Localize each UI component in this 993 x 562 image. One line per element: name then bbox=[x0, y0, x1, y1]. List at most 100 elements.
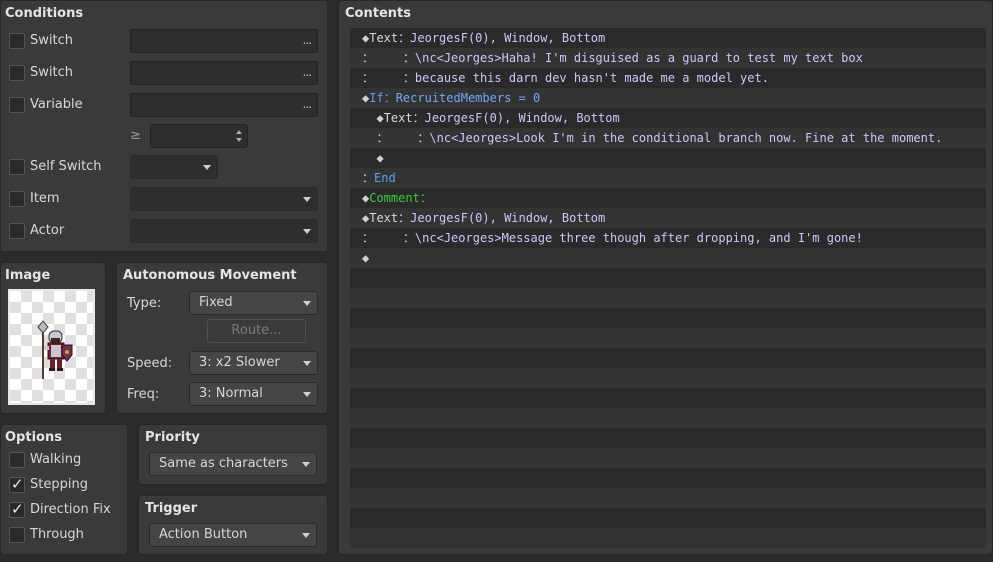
character-image[interactable] bbox=[8, 289, 95, 405]
command-params: JeorgesF(0), Window, Bottom bbox=[410, 31, 606, 45]
conditions-title: Conditions bbox=[5, 6, 84, 21]
type-value: Fixed bbox=[199, 295, 233, 310]
command-row[interactable] bbox=[350, 408, 986, 428]
trigger-value: Action Button bbox=[159, 527, 248, 542]
command-row[interactable] bbox=[350, 388, 986, 408]
variable-value-spinner[interactable] bbox=[150, 124, 248, 148]
command-separator: ： bbox=[402, 51, 415, 65]
contents-title: Contents bbox=[345, 6, 411, 21]
command-row[interactable] bbox=[350, 308, 986, 328]
stepping-checkbox[interactable] bbox=[9, 475, 25, 493]
item-checkbox[interactable] bbox=[9, 191, 25, 207]
autonomous-movement-title: Autonomous Movement bbox=[123, 268, 297, 283]
self-switch-dropdown[interactable] bbox=[130, 155, 218, 179]
command-row[interactable] bbox=[350, 448, 986, 468]
self-switch-checkbox[interactable] bbox=[9, 159, 25, 175]
through-checkbox[interactable] bbox=[9, 527, 25, 543]
command-row[interactable]: ： ：\nc<Jeorges>Look I'm in the condition… bbox=[350, 128, 986, 148]
trigger-dropdown[interactable]: Action Button bbox=[149, 523, 317, 547]
priority-title: Priority bbox=[145, 430, 200, 445]
chevron-down-icon bbox=[303, 392, 311, 397]
switch1-checkbox[interactable] bbox=[9, 33, 25, 49]
command-row[interactable] bbox=[350, 288, 986, 308]
trigger-title: Trigger bbox=[145, 501, 198, 516]
direction-fix-checkbox[interactable] bbox=[9, 500, 25, 518]
type-dropdown[interactable]: Fixed bbox=[189, 291, 318, 315]
command-params: because this darn dev hasn't made me a m… bbox=[414, 71, 769, 85]
switch2-checkbox[interactable] bbox=[9, 65, 25, 81]
command-row[interactable]: ： ：because this darn dev hasn't made me … bbox=[350, 68, 986, 88]
command-params: JeorgesF(0), Window, Bottom bbox=[424, 111, 620, 125]
command-row[interactable] bbox=[350, 328, 986, 348]
command-row[interactable]: ◆Text：JeorgesF(0), Window, Bottom bbox=[350, 108, 986, 128]
command-name: End bbox=[374, 171, 396, 185]
command-row[interactable] bbox=[350, 508, 986, 528]
freq-label: Freq: bbox=[127, 387, 160, 402]
command-name: Text bbox=[369, 31, 399, 45]
autonomous-movement-panel: Autonomous Movement Type: Fixed Route...… bbox=[116, 262, 328, 414]
command-params: \nc<Jeorges>Look I'm in the conditional … bbox=[429, 131, 943, 145]
command-row[interactable] bbox=[350, 528, 986, 548]
command-row[interactable] bbox=[350, 428, 986, 448]
command-indent-marker: ◆ bbox=[362, 251, 370, 265]
command-row[interactable] bbox=[350, 468, 986, 488]
command-row[interactable] bbox=[350, 348, 986, 368]
command-params: RecruitedMembers = 0 bbox=[395, 91, 541, 105]
command-separator: ： bbox=[398, 211, 411, 225]
trigger-panel: Trigger Action Button bbox=[138, 495, 328, 555]
command-row[interactable]: ◆Text：JeorgesF(0), Window, Bottom bbox=[350, 28, 986, 48]
command-row[interactable] bbox=[350, 488, 986, 508]
conditions-panel: Conditions Switch ... Switch ... Variabl… bbox=[0, 0, 328, 252]
command-name: Text bbox=[369, 211, 399, 225]
actor-dropdown[interactable] bbox=[130, 219, 318, 243]
route-button[interactable]: Route... bbox=[207, 319, 306, 343]
gte-symbol: ≥ bbox=[130, 128, 141, 143]
command-name: Comment bbox=[369, 191, 420, 205]
spinner-down-icon[interactable] bbox=[236, 138, 242, 142]
speed-value: 3: x2 Slower bbox=[199, 355, 280, 370]
command-indent-marker: ： bbox=[362, 71, 403, 85]
spinner-up-icon[interactable] bbox=[236, 130, 242, 134]
command-row[interactable]: ：End bbox=[350, 168, 986, 188]
freq-dropdown[interactable]: 3: Normal bbox=[189, 382, 318, 406]
switch1-label: Switch bbox=[30, 33, 73, 48]
command-row[interactable]: ： ：\nc<Jeorges>Message three though afte… bbox=[350, 228, 986, 248]
chevron-down-icon bbox=[303, 361, 311, 366]
event-command-list[interactable]: ◆Text：JeorgesF(0), Window, Bottom： ：\nc<… bbox=[350, 28, 986, 548]
image-title: Image bbox=[5, 268, 51, 283]
variable-field[interactable]: ... bbox=[130, 93, 318, 117]
command-name: If bbox=[369, 91, 384, 105]
speed-label: Speed: bbox=[127, 356, 173, 371]
switch2-label: Switch bbox=[30, 65, 73, 80]
switch2-field[interactable]: ... bbox=[130, 61, 318, 85]
command-row[interactable]: ◆ bbox=[350, 148, 986, 168]
command-separator: ： bbox=[398, 31, 411, 45]
options-panel: Options Walking Stepping Direction Fix T… bbox=[0, 424, 128, 555]
command-separator: ： bbox=[412, 111, 425, 125]
item-dropdown[interactable] bbox=[130, 187, 318, 211]
priority-dropdown[interactable]: Same as characters bbox=[149, 452, 317, 476]
command-indent-marker: ： bbox=[362, 171, 375, 185]
ellipsis-icon: ... bbox=[302, 97, 313, 111]
priority-panel: Priority Same as characters bbox=[138, 424, 328, 485]
chevron-down-icon bbox=[302, 533, 310, 538]
command-indent-marker: ： bbox=[362, 131, 418, 145]
command-row[interactable] bbox=[350, 268, 986, 288]
direction-fix-label: Direction Fix bbox=[30, 502, 111, 517]
command-row[interactable]: ◆If：RecruitedMembers = 0 bbox=[350, 88, 986, 108]
command-separator: ： bbox=[419, 191, 432, 205]
command-row[interactable]: ◆Text：JeorgesF(0), Window, Bottom bbox=[350, 208, 986, 228]
self-switch-label: Self Switch bbox=[30, 159, 102, 174]
command-row[interactable] bbox=[350, 368, 986, 388]
walking-checkbox[interactable] bbox=[9, 452, 25, 468]
command-row[interactable]: ◆Comment： bbox=[350, 188, 986, 208]
command-indent-marker: ◆ bbox=[362, 111, 384, 125]
actor-label: Actor bbox=[30, 223, 65, 238]
switch1-field[interactable]: ... bbox=[130, 29, 318, 53]
speed-dropdown[interactable]: 3: x2 Slower bbox=[189, 351, 318, 375]
actor-checkbox[interactable] bbox=[9, 223, 25, 239]
command-row[interactable]: ◆ bbox=[350, 248, 986, 268]
command-indent-marker: ： bbox=[362, 231, 403, 245]
command-row[interactable]: ： ：\nc<Jeorges>Haha! I'm disguised as a … bbox=[350, 48, 986, 68]
variable-checkbox[interactable] bbox=[9, 97, 25, 113]
